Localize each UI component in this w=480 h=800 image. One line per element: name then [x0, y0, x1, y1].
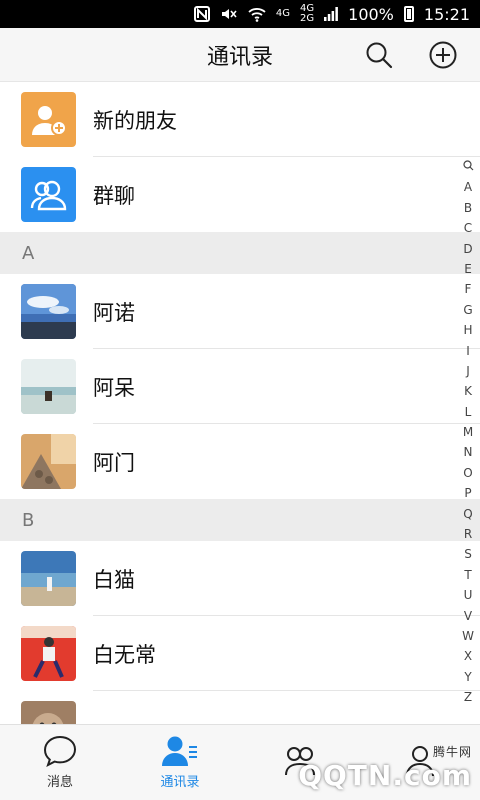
index-letter[interactable]: N [464, 442, 473, 462]
index-letter[interactable]: G [463, 300, 472, 320]
tab-label: 通讯录 [160, 775, 200, 790]
watermark: 腾牛网 QQTN.com [298, 745, 472, 792]
index-search-icon[interactable] [462, 157, 474, 177]
index-letter[interactable]: M [463, 422, 473, 442]
index-letter[interactable]: L [465, 402, 472, 422]
battery-percent: 100% [348, 4, 394, 24]
index-letter[interactable]: B [464, 198, 472, 218]
index-letter[interactable]: X [464, 646, 472, 666]
contacts-icon [162, 736, 197, 766]
contact-row[interactable]: 白无常 [0, 616, 480, 691]
index-letter[interactable]: W [462, 626, 474, 646]
chat-bubble-icon [43, 735, 77, 767]
tab-messages[interactable]: 消息 [0, 725, 120, 800]
wifi-icon [248, 6, 266, 22]
contact-row[interactable]: 白猫 [0, 541, 480, 616]
index-letter[interactable]: P [464, 483, 471, 503]
search-button[interactable] [362, 38, 396, 72]
list-item-group-chat[interactable]: 群聊 [0, 157, 480, 232]
index-letter[interactable]: S [464, 544, 472, 564]
search-icon [366, 42, 393, 69]
index-letter[interactable]: D [463, 239, 472, 259]
index-letter[interactable]: A [464, 177, 472, 197]
contact-name: 阿门 [93, 450, 135, 475]
list-item-new-friends[interactable]: 新的朋友 [0, 82, 480, 157]
network-type: 4G [275, 8, 291, 19]
network-type-dual: 4G 2G [300, 3, 315, 24]
group-chat-avatar [21, 167, 76, 222]
nfc-icon [193, 6, 210, 22]
index-letter[interactable]: U [464, 585, 473, 605]
list-item-label: 群聊 [93, 183, 135, 208]
index-letter[interactable]: K [464, 381, 472, 401]
section-header-b: B [0, 499, 480, 541]
index-letter[interactable]: V [464, 606, 472, 626]
tab-label: 消息 [46, 775, 73, 790]
index-letter[interactable]: C [464, 218, 472, 238]
section-header-a: A [0, 232, 480, 274]
index-letter[interactable]: F [465, 279, 472, 299]
index-letter[interactable]: J [466, 361, 470, 381]
group-icon [30, 180, 66, 210]
contact-avatar [21, 434, 76, 489]
contact-row[interactable]: 阿呆 [0, 349, 480, 424]
contact-avatar [21, 359, 76, 414]
mute-icon [220, 6, 238, 22]
contact-avatar [21, 551, 76, 606]
contacts-list: 新的朋友 群聊 A 阿诺 阿呆 阿门 B 白猫 白无常 [0, 82, 480, 724]
contact-name: 白猫 [93, 567, 135, 592]
list-item-label: 新的朋友 [93, 108, 177, 133]
alphabet-index[interactable]: A B C D E F G H I J K L M N O P Q R S T … [459, 157, 477, 708]
contact-row[interactable]: 阿门 [0, 424, 480, 499]
index-letter[interactable]: Z [464, 687, 472, 707]
index-letter[interactable]: Y [464, 667, 471, 687]
title-bar: 通讯录 [0, 28, 480, 82]
contact-avatar [21, 701, 76, 724]
index-letter[interactable]: Q [463, 504, 472, 524]
battery-icon [403, 6, 414, 22]
index-letter[interactable]: T [464, 565, 471, 585]
add-button[interactable] [426, 38, 460, 72]
signal-icon [324, 7, 339, 21]
contact-name: 阿诺 [93, 300, 135, 325]
tab-contacts[interactable]: 通讯录 [120, 725, 240, 800]
index-letter[interactable]: H [463, 320, 472, 340]
index-letter[interactable]: E [464, 259, 472, 279]
bottom-tab-bar: 消息 通讯录 腾牛网 QQTN.com [0, 724, 480, 800]
index-letter[interactable]: O [463, 463, 472, 483]
contact-name: 白无常 [93, 642, 156, 667]
contact-name: 阿呆 [93, 375, 135, 400]
contact-avatar [21, 284, 76, 339]
index-letter[interactable]: I [466, 341, 470, 361]
status-bar: 4G 4G 2G 100% 15:21 [0, 0, 480, 28]
watermark-text: QQTN.com [298, 759, 472, 792]
index-letter[interactable]: R [464, 524, 472, 544]
contact-row[interactable] [0, 691, 480, 724]
contact-avatar [21, 626, 76, 681]
page-title: 通讯录 [206, 44, 273, 70]
watermark-small: 腾牛网 [432, 745, 472, 759]
clock: 15:21 [423, 4, 470, 24]
add-friend-icon [31, 105, 67, 136]
new-friends-avatar [21, 92, 76, 147]
contact-row[interactable]: 阿诺 [0, 274, 480, 349]
add-circle-icon [429, 41, 457, 69]
